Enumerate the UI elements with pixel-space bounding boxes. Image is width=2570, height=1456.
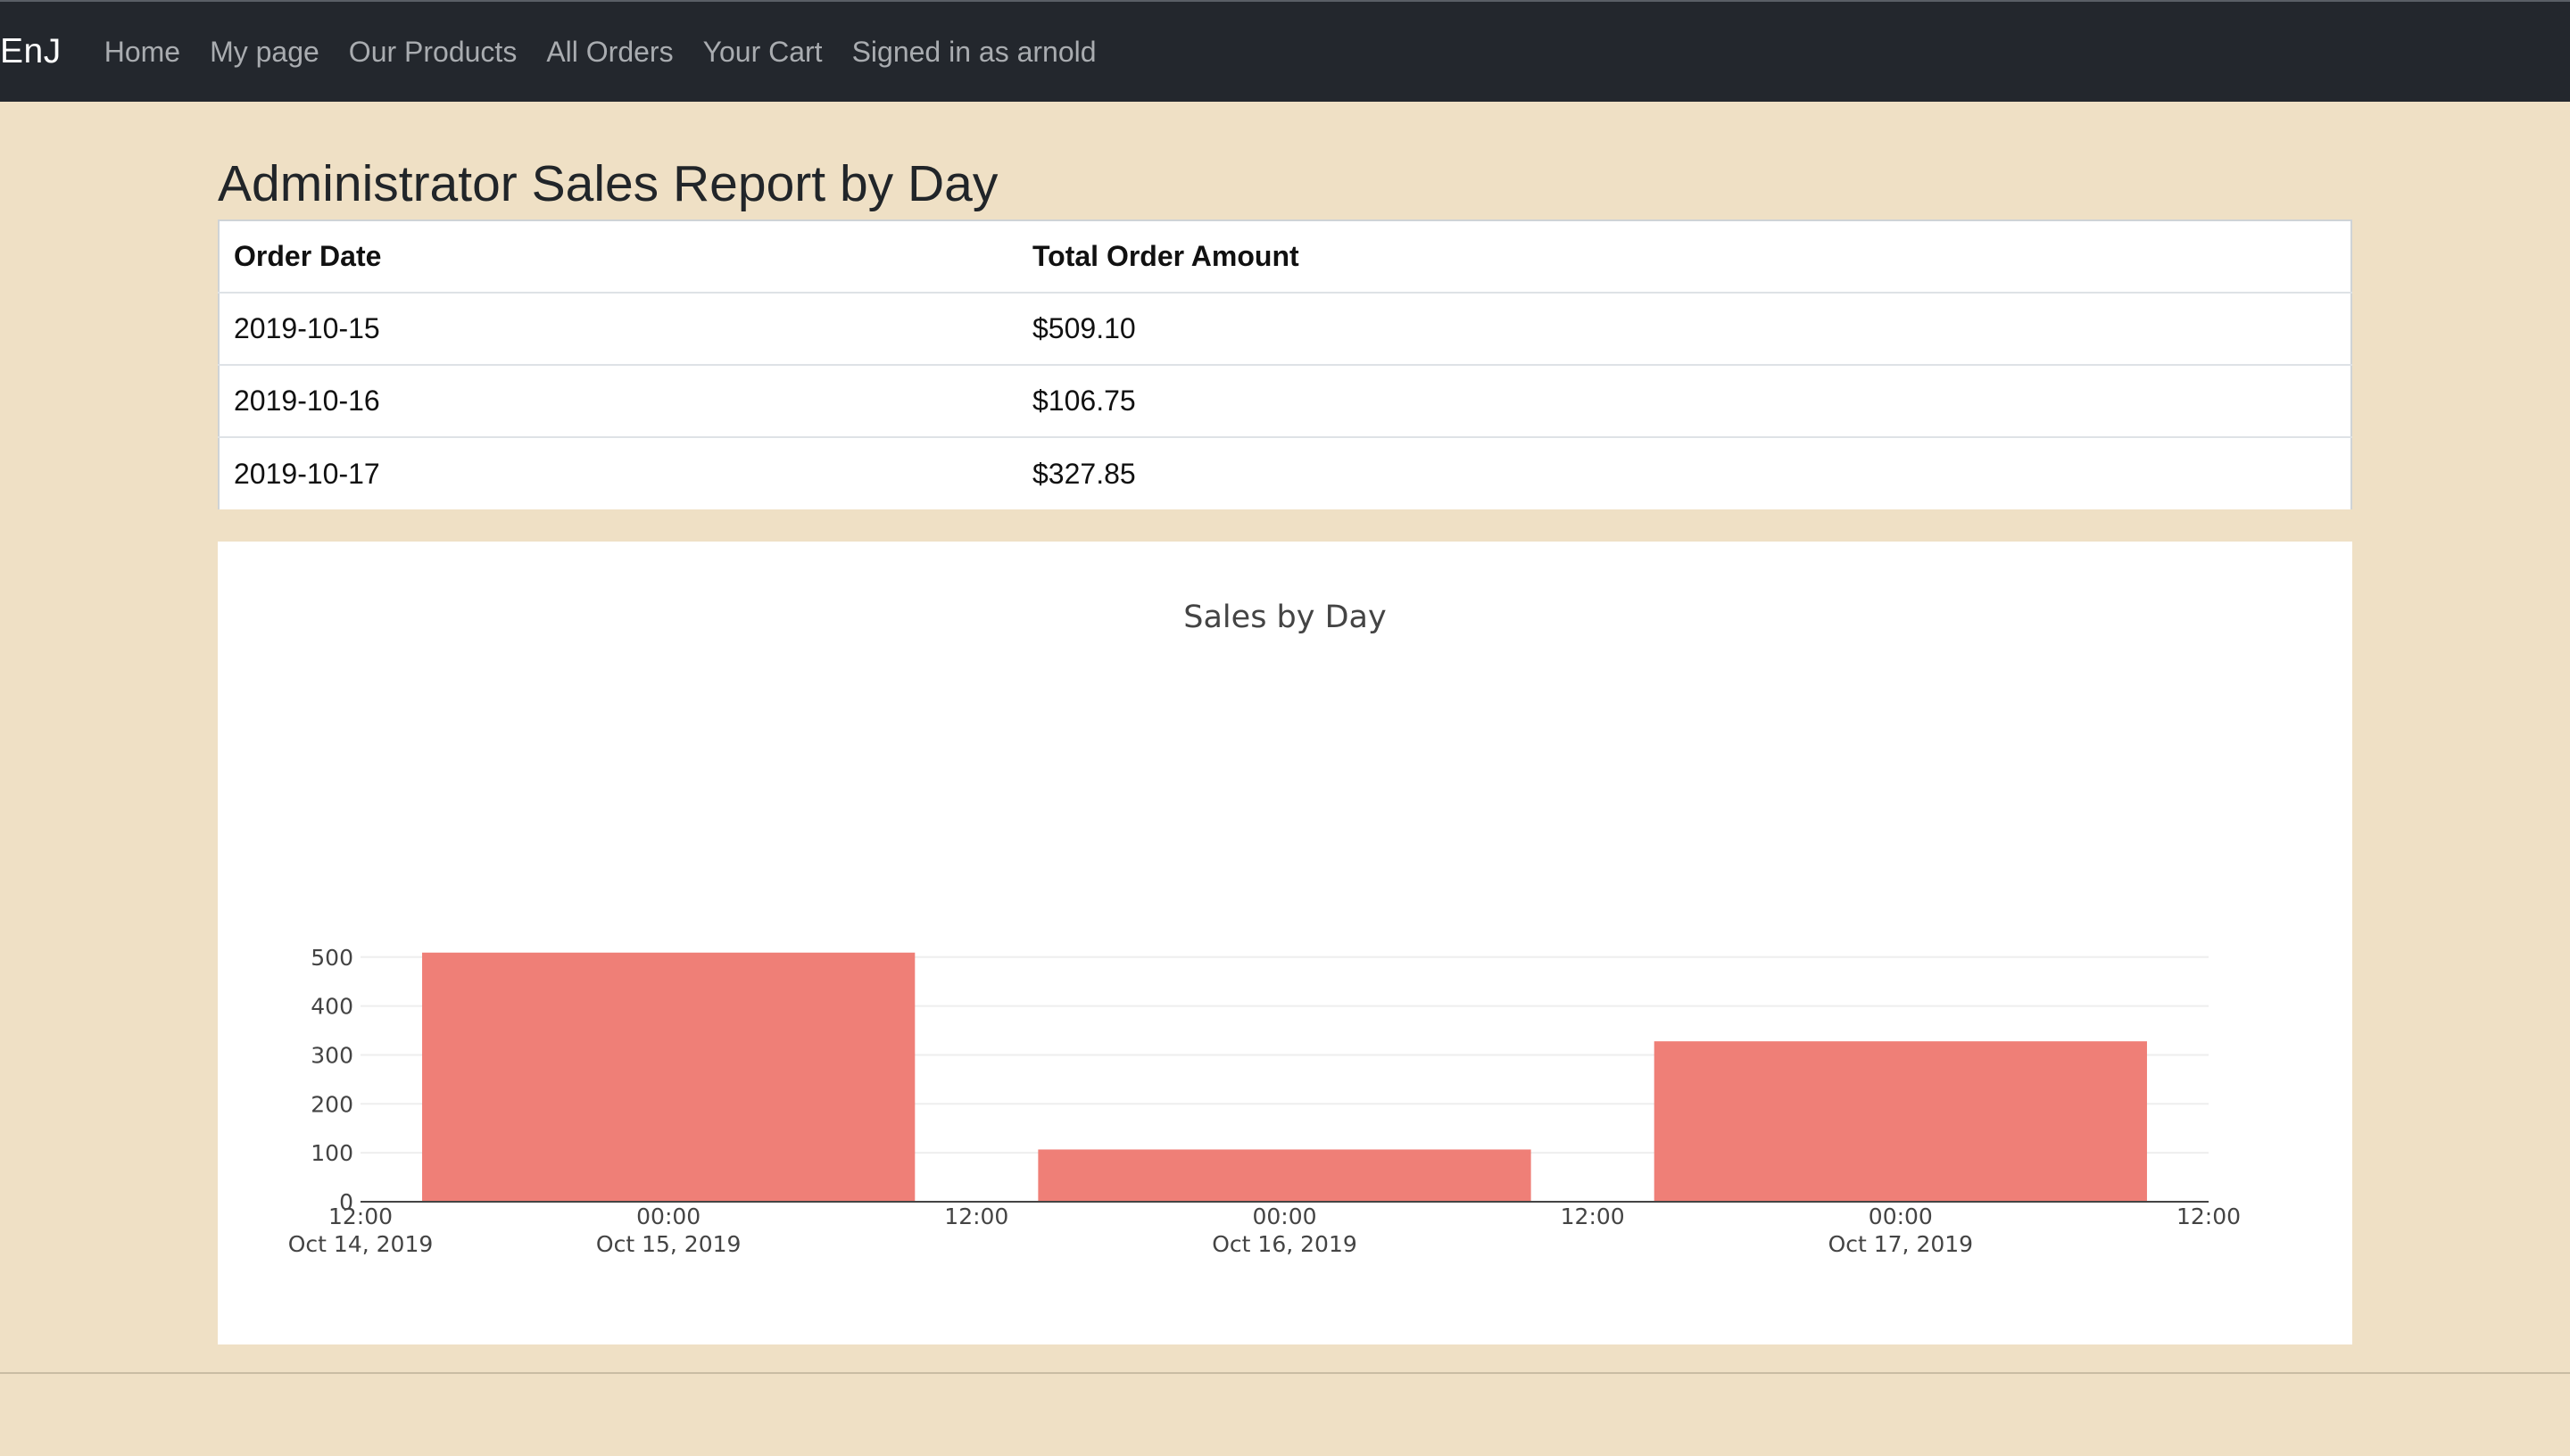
nav-link-your-cart[interactable]: Your Cart xyxy=(703,36,823,69)
order-date-cell: 2019-10-17 xyxy=(219,436,1018,509)
footer-divider xyxy=(0,1372,2570,1374)
x-tick-date-label: Oct 15, 2019 xyxy=(596,1231,742,1257)
x-tick-time-label: 12:00 xyxy=(1561,1204,1625,1229)
column-header-order-date: Order Date xyxy=(219,219,1018,293)
y-tick-label: 300 xyxy=(311,1042,353,1068)
x-tick-time-label: 00:00 xyxy=(636,1204,701,1229)
x-tick-time-label: 12:00 xyxy=(2176,1204,2241,1229)
main-content: Administrator Sales Report by Day Order … xyxy=(218,102,2352,1344)
order-amount-cell: $327.85 xyxy=(1018,436,2351,509)
page-title: Administrator Sales Report by Day xyxy=(218,155,999,212)
y-tick-label: 400 xyxy=(311,994,353,1020)
x-tick-date-label: Oct 14, 2019 xyxy=(288,1231,434,1257)
x-tick-date-label: Oct 16, 2019 xyxy=(1212,1231,1357,1257)
order-amount-cell: $509.10 xyxy=(1018,292,2351,365)
sales-report-table: Order Date Total Order Amount 2019-10-15… xyxy=(218,219,2352,509)
table-row: 2019-10-15 $509.10 xyxy=(219,292,2351,365)
x-tick-date-label: Oct 17, 2019 xyxy=(1828,1231,1974,1257)
brand-link[interactable]: EnJ xyxy=(0,32,62,71)
order-date-cell: 2019-10-15 xyxy=(219,292,1018,365)
nav-link-all-orders[interactable]: All Orders xyxy=(546,36,673,69)
order-amount-cell: $106.75 xyxy=(1018,364,2351,437)
table-row: 2019-10-16 $106.75 xyxy=(219,364,2351,437)
nav-link-signed-in-user[interactable]: Signed in as arnold xyxy=(852,36,1097,69)
x-tick-time-label: 00:00 xyxy=(1252,1204,1316,1229)
x-tick-time-label: 12:00 xyxy=(944,1204,1008,1229)
column-header-total-order-amount: Total Order Amount xyxy=(1018,219,2351,293)
x-tick-time-label: 00:00 xyxy=(1869,1204,1933,1229)
order-date-cell: 2019-10-16 xyxy=(219,364,1018,437)
nav-link-my-page[interactable]: My page xyxy=(210,36,319,69)
sales-chart-card: Sales by Day 0 100 200 300 400 500 12:00 Oct 14,… xyxy=(218,542,2352,1344)
top-navbar: EnJ Home My page Our Products All Orders… xyxy=(0,0,2570,102)
y-tick-label: 100 xyxy=(311,1140,353,1166)
nav-link-our-products[interactable]: Our Products xyxy=(349,36,518,69)
table-row: 2019-10-17 $327.85 xyxy=(219,436,2351,509)
table-header-row: Order Date Total Order Amount xyxy=(219,219,2351,293)
sales-by-day-chart: Sales by Day010020030040050012:00Oct 14,… xyxy=(288,600,2241,1257)
bar-2019-10-17 xyxy=(1654,1041,2147,1202)
bar-2019-10-15 xyxy=(422,952,916,1202)
bar-2019-10-16 xyxy=(1038,1149,1531,1202)
chart-title: Sales by Day xyxy=(1183,600,1386,635)
y-tick-label: 500 xyxy=(311,945,353,971)
y-tick-label: 200 xyxy=(311,1091,353,1117)
nav-link-home[interactable]: Home xyxy=(104,36,180,69)
x-tick-time-label: 12:00 xyxy=(328,1204,393,1229)
